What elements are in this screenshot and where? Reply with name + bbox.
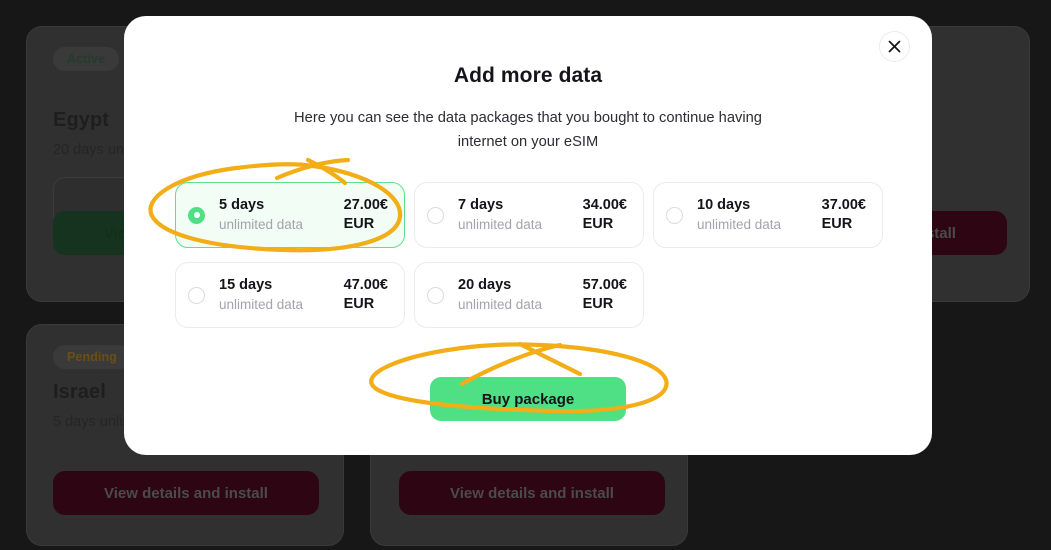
package-days: 5 days	[219, 197, 265, 213]
package-data: unlimited data	[458, 297, 543, 312]
package-days: 7 days	[458, 197, 504, 213]
package-option-info: 5 days unlimited data	[219, 196, 344, 234]
package-option-15-days[interactable]: 15 days unlimited data 47.00€ EUR	[175, 262, 405, 328]
package-option-info: 10 days unlimited data	[697, 196, 822, 234]
package-currency: EUR	[343, 216, 375, 232]
package-data: unlimited data	[458, 217, 543, 232]
package-price: 37.00€	[821, 197, 866, 213]
package-option-7-days[interactable]: 7 days unlimited data 34.00€ EUR	[414, 182, 644, 248]
package-option-price: 34.00€ EUR	[583, 196, 627, 234]
package-option-price: 47.00€ EUR	[344, 276, 388, 314]
buy-package-button[interactable]: Buy package	[430, 377, 626, 421]
close-icon[interactable]	[879, 31, 910, 62]
package-option-price: 37.00€ EUR	[822, 196, 866, 234]
radio-button[interactable]	[188, 286, 205, 304]
package-option-20-days[interactable]: 20 days unlimited data 57.00€ EUR	[414, 262, 644, 328]
package-days: 15 days	[219, 277, 273, 293]
radio-button-selected[interactable]	[188, 206, 205, 224]
package-days: 20 days	[458, 277, 512, 293]
modal-title: Add more data	[453, 64, 603, 87]
package-price: 47.00€	[343, 277, 388, 293]
package-data: unlimited data	[219, 217, 304, 232]
radio-button[interactable]	[427, 286, 444, 304]
package-currency: EUR	[582, 216, 614, 232]
package-price: 57.00€	[582, 277, 627, 293]
package-currency: EUR	[821, 216, 853, 232]
radio-button[interactable]	[666, 206, 683, 224]
package-currency: EUR	[343, 296, 375, 312]
package-currency: EUR	[582, 296, 614, 312]
modal-subtitle: Here you can see the data packages that …	[294, 110, 762, 150]
package-data: unlimited data	[219, 297, 304, 312]
add-more-data-modal: Add more data Here you can see the data …	[124, 16, 932, 455]
package-price: 27.00€	[343, 197, 388, 213]
package-option-price: 27.00€ EUR	[344, 196, 388, 234]
package-option-info: 20 days unlimited data	[458, 276, 583, 314]
modal-overlay[interactable]: Add more data Here you can see the data …	[0, 0, 1051, 550]
package-option-10-days[interactable]: 10 days unlimited data 37.00€ EUR	[653, 182, 883, 248]
package-option-price: 57.00€ EUR	[583, 276, 627, 314]
package-option-grid: 5 days unlimited data 27.00€ EUR 7 days …	[175, 182, 883, 328]
package-option-info: 7 days unlimited data	[458, 196, 583, 234]
package-option-5-days[interactable]: 5 days unlimited data 27.00€ EUR	[175, 182, 405, 248]
package-price: 34.00€	[582, 197, 627, 213]
radio-button[interactable]	[427, 206, 444, 224]
package-days: 10 days	[697, 197, 751, 213]
package-data: unlimited data	[697, 217, 782, 232]
package-option-info: 15 days unlimited data	[219, 276, 344, 314]
